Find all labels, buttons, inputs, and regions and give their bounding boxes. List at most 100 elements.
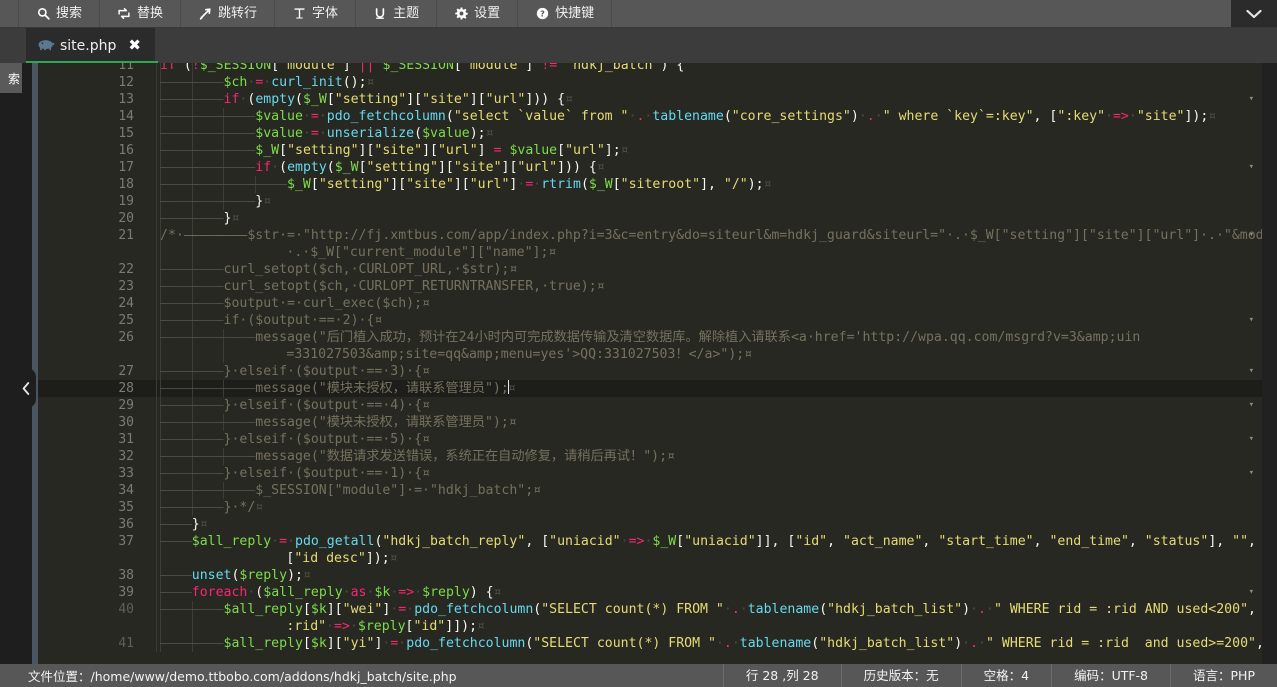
code-token: "uniacid" — [684, 534, 755, 549]
toolbar-label-goto-line: 跳转行 — [218, 0, 257, 28]
code-line[interactable]: =331027503&amp;site=qq&amp;menu=yes'>QQ:… — [38, 346, 1262, 363]
code-line[interactable]: 35————————}·*/¤ — [38, 499, 1262, 516]
code-token: $all_reply — [224, 602, 303, 617]
code-text: ————————————$value·=·unserialize($value)… — [160, 125, 1262, 142]
code-token: = — [311, 109, 319, 124]
line-number: 15 — [38, 125, 156, 142]
code-line[interactable]: 27▾————————}·elseif·($output·==·3)·{¤ — [38, 363, 1262, 380]
code-token: $k — [374, 585, 390, 600]
code-line[interactable]: 30————————————message("模块未授权，请联系管理员");¤ — [38, 414, 1262, 431]
code-canvas[interactable]: 11if (!$_SESSION["module"] || $_SESSION[… — [38, 63, 1262, 664]
code-token: · — [271, 534, 279, 549]
code-line[interactable]: 25▾————————if·($output·==·2)·{¤ — [38, 312, 1262, 329]
code-token: ¤ — [764, 177, 772, 192]
code-line[interactable]: 21▾/*·————————$str·=·"http://fj.xmtbus.c… — [38, 227, 1262, 244]
gutter-divider — [156, 108, 157, 125]
code-line[interactable]: 33▾————————}·elseif·($output·==·1)·{¤ — [38, 465, 1262, 482]
code-token: , — [1248, 534, 1256, 549]
code-line[interactable]: ·.·$_W["current_module"]["name"];¤ — [38, 244, 1262, 261]
gutter-divider — [156, 261, 157, 278]
code-line[interactable]: 31▾————————}·elseif·($output·==·5)·{¤ — [38, 431, 1262, 448]
text-font-icon — [292, 7, 306, 21]
code-token: ———————— — [160, 636, 224, 651]
toolbar-button-search[interactable]: 搜索 — [18, 0, 100, 27]
toolbar-button-replace[interactable]: 替换 — [100, 0, 181, 27]
code-line[interactable]: 17▾————————————if·(empty($_W["setting"][… — [38, 159, 1262, 176]
code-token: $all_reply — [263, 585, 342, 600]
code-line[interactable]: 40————————$all_reply[$k]["wei"]·=·pdo_fe… — [38, 601, 1262, 618]
close-icon[interactable]: ✖ — [128, 38, 141, 53]
status-history-version[interactable]: 历史版本：无 — [841, 664, 961, 687]
gutter-divider — [156, 397, 157, 414]
code-token: "id" — [413, 619, 445, 634]
status-language[interactable]: 语言：PHP — [1170, 664, 1277, 687]
status-encoding[interactable]: 编码：UTF-8 — [1051, 664, 1170, 687]
line-number: 38 — [38, 567, 156, 584]
toolbar-button-settings[interactable]: 设置 — [437, 0, 518, 27]
code-token: $value — [255, 109, 303, 124]
code-line[interactable]: 11if (!$_SESSION["module"] || $_SESSION[… — [38, 63, 1262, 74]
toolbar-button-goto-line[interactable]: 跳转行 — [181, 0, 275, 27]
code-line[interactable]: 26————————————message("后门植入成功，预计在24小时内可完… — [38, 329, 1262, 346]
code-token: ] — [478, 143, 486, 158]
code-token: empty — [255, 92, 295, 107]
code-line[interactable]: 29▾————————}·elseif·($output·==·4)·{¤ — [38, 397, 1262, 414]
code-token: ———————— — [160, 602, 224, 617]
line-number: 17 — [38, 159, 156, 176]
code-line[interactable]: :rid"·=>·$reply["id"]]);¤ — [38, 618, 1262, 635]
code-text: =331027503&amp;site=qq&amp;menu=yes'>QQ:… — [160, 346, 1262, 363]
code-token: unserialize — [327, 126, 414, 141]
chevron-left-icon[interactable] — [16, 368, 36, 408]
toolbar-button-theme[interactable]: 主题 — [356, 0, 437, 27]
code-token: ———— — [160, 517, 192, 532]
code-token: $_W — [652, 534, 676, 549]
code-line[interactable]: 24————————$output·=·curl_exec($ch);¤ — [38, 295, 1262, 312]
tab-label: site.php — [60, 38, 116, 54]
code-line[interactable]: 23————————curl_setopt($ch,·CURLOPT_RETUR… — [38, 278, 1262, 295]
code-line[interactable]: 14————————————$value·=·pdo_fetchcolumn("… — [38, 108, 1262, 125]
code-line[interactable]: 18————————————————$_W["setting"]["site"]… — [38, 176, 1262, 193]
code-line[interactable]: 13▾————————if·(empty($_W["setting"]["sit… — [38, 91, 1262, 108]
code-token: if — [255, 160, 271, 175]
code-line[interactable]: 20————————}¤ — [38, 210, 1262, 227]
chevron-down-icon[interactable] — [1231, 0, 1277, 27]
toolbar-button-shortcuts[interactable]: ? 快捷键 — [518, 0, 612, 27]
code-line[interactable]: 34————————————$_SESSION["module"]·=·"hdk… — [38, 482, 1262, 499]
code-text: ————————————message("数据请求发送错误，系统正在自动修复，请… — [160, 448, 1262, 465]
status-indent-spaces[interactable]: 空格：4 — [961, 664, 1051, 687]
code-line[interactable]: 16————————————$_W["setting"]["site"]["ur… — [38, 142, 1262, 159]
code-line[interactable]: ["id desc"]);¤ — [38, 550, 1262, 567]
code-line[interactable]: 41————————$all_reply[$k]["yi"]·=·pdo_fet… — [38, 635, 1262, 652]
code-line[interactable]: 12————————$ch·=·curl_init();¤ — [38, 74, 1262, 91]
toolbar-button-font[interactable]: 字体 — [275, 0, 356, 27]
code-line[interactable]: 28————————————message("模块未授权，请联系管理员");¤ — [38, 380, 1262, 397]
code-text: ————————curl_setopt($ch,·CURLOPT_RETURNT… — [160, 278, 1262, 295]
code-line[interactable]: 38————unset($reply);¤ — [38, 567, 1262, 584]
code-line[interactable]: 15————————————$value·=·unserialize($valu… — [38, 125, 1262, 142]
code-token: != — [541, 63, 557, 73]
code-line[interactable]: 37————$all_reply·=·pdo_getall("hdkj_batc… — [38, 533, 1262, 550]
tab-site-php[interactable]: site.php ✖ — [26, 28, 155, 63]
code-line[interactable]: 19————————————}¤ — [38, 193, 1262, 210]
code-token: $_SESSION — [200, 63, 271, 73]
code-token: (); — [343, 75, 367, 90]
code-token: · — [343, 585, 351, 600]
code-line[interactable]: 36————}¤ — [38, 516, 1262, 533]
code-token: "" — [1232, 534, 1248, 549]
code-token: · — [414, 585, 422, 600]
code-line[interactable]: 32————————————message("数据请求发送错误，系统正在自动修复… — [38, 448, 1262, 465]
code-token: · — [724, 602, 732, 617]
status-cursor-position[interactable]: 行 28 ,列 28 — [723, 664, 841, 687]
code-token: ":key" — [1057, 109, 1105, 124]
code-token: [ — [327, 92, 335, 107]
gutter-divider — [156, 431, 157, 448]
code-token: }·*/ — [224, 500, 256, 515]
code-line[interactable]: 22————————curl_setopt($ch,·CURLOPT_URL,·… — [38, 261, 1262, 278]
code-token: ])) { — [525, 92, 565, 107]
code-token: , [ — [525, 534, 549, 549]
code-token: = — [311, 126, 319, 141]
code-line[interactable]: 39▾————foreach·($all_reply·as·$k·=>·$rep… — [38, 584, 1262, 601]
code-token: ———————— — [160, 262, 224, 277]
line-number: 23 — [38, 278, 156, 295]
code-token: " WHERE rid = :rid AND used<200" — [994, 602, 1248, 617]
